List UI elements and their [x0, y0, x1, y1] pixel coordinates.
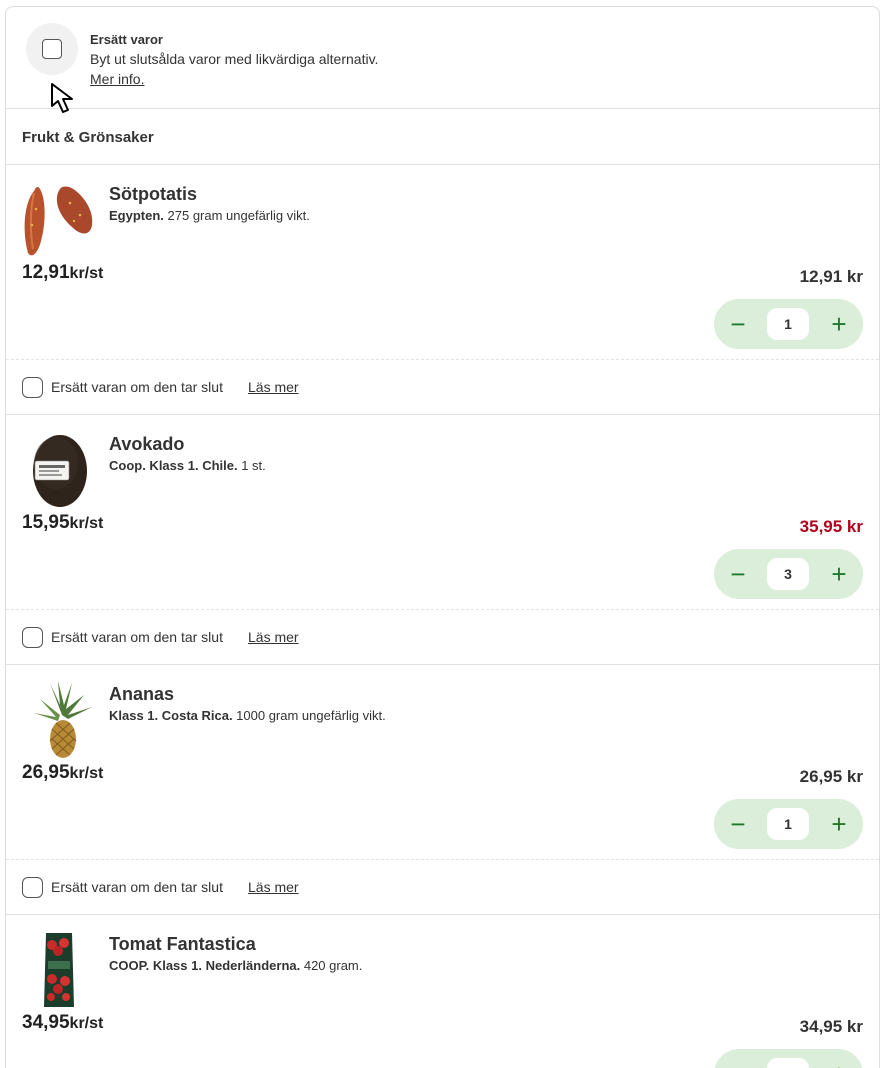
- unit-price-value: 15,95: [22, 512, 70, 533]
- quantity-value[interactable]: 1: [767, 1058, 809, 1068]
- substitute-item-label[interactable]: Ersätt varan om den tar slut: [51, 379, 223, 395]
- product-item: Ananas Klass 1. Costa Rica. 1000 gram un…: [6, 665, 879, 860]
- product-weight: 1000 gram ungefärlig vikt.: [232, 708, 386, 723]
- substitute-item-checkbox[interactable]: [22, 877, 43, 898]
- read-more-link[interactable]: Läs mer: [248, 879, 299, 895]
- substitute-all-section: Ersätt varor Byt ut slutsålda varor med …: [6, 7, 879, 113]
- substitute-item-row: Ersätt varan om den tar slut Läs mer: [6, 860, 879, 915]
- product-weight: 1 st.: [237, 458, 266, 473]
- increase-quantity-button[interactable]: +: [815, 549, 863, 599]
- product-origin: COOP. Klass 1. Nederländerna.: [109, 958, 301, 973]
- decrease-quantity-button[interactable]: −: [714, 549, 762, 599]
- product-meta: Coop. Klass 1. Chile. 1 st.: [109, 458, 266, 473]
- product-name[interactable]: Avokado: [109, 434, 184, 455]
- sweet-potato-image: [24, 186, 93, 256]
- increase-quantity-button[interactable]: +: [815, 299, 863, 349]
- product-origin: Coop. Klass 1. Chile.: [109, 458, 238, 473]
- mouse-cursor-icon: [51, 83, 73, 113]
- unit-price-suffix: kr/st: [69, 515, 104, 532]
- substitute-all-checkbox[interactable]: [42, 39, 62, 59]
- read-more-link[interactable]: Läs mer: [248, 379, 299, 395]
- quantity-stepper: − 3 +: [714, 549, 863, 599]
- unit-price-value: 34,95: [22, 1012, 70, 1033]
- decrease-quantity-button[interactable]: −: [714, 1049, 762, 1068]
- unit-price-suffix: kr/st: [69, 265, 104, 282]
- line-total: 34,95 kr: [799, 1017, 863, 1036]
- product-meta: Egypten. 275 gram ungefärlig vikt.: [109, 208, 310, 223]
- product-meta: Klass 1. Costa Rica. 1000 gram ungefärli…: [109, 708, 386, 723]
- unit-price-suffix: kr/st: [69, 1015, 104, 1032]
- increase-quantity-button[interactable]: +: [815, 1049, 863, 1068]
- substitute-item-checkbox[interactable]: [22, 627, 43, 648]
- product-name[interactable]: Ananas: [109, 684, 174, 705]
- product-name[interactable]: Sötpotatis: [109, 184, 197, 205]
- pineapple-image: [34, 681, 92, 758]
- read-more-link[interactable]: Läs mer: [248, 629, 299, 645]
- unit-price-suffix: kr/st: [69, 765, 104, 782]
- substitute-item-checkbox[interactable]: [22, 377, 43, 398]
- quantity-stepper: − 1 +: [714, 299, 863, 349]
- line-total: 35,95 kr: [799, 517, 863, 536]
- unit-price: 34,95kr/st: [22, 1012, 103, 1034]
- tomato-pack-image: [44, 933, 74, 1007]
- line-total: 26,95 kr: [799, 767, 863, 786]
- decrease-quantity-button[interactable]: −: [714, 299, 762, 349]
- substitute-item-label[interactable]: Ersätt varan om den tar slut: [51, 629, 223, 645]
- unit-price-value: 26,95: [22, 762, 70, 783]
- substitute-all-description: Byt ut slutsålda varor med likvärdiga al…: [90, 51, 379, 67]
- product-weight: 275 gram ungefärlig vikt.: [163, 208, 310, 223]
- substitute-all-checkbox-wrapper[interactable]: [26, 23, 78, 75]
- unit-price-value: 12,91: [22, 262, 70, 283]
- quantity-value[interactable]: 3: [767, 558, 809, 590]
- substitute-all-title: Ersätt varor: [90, 32, 163, 47]
- avocado-image: [33, 435, 87, 507]
- unit-price: 26,95kr/st: [22, 762, 103, 784]
- quantity-value[interactable]: 1: [767, 308, 809, 340]
- increase-quantity-button[interactable]: +: [815, 799, 863, 849]
- product-item: Sötpotatis Egypten. 275 gram ungefärlig …: [6, 165, 879, 360]
- cart-panel: Ersätt varor Byt ut slutsålda varor med …: [5, 6, 880, 1068]
- substitute-all-more-link[interactable]: Mer info.: [90, 71, 144, 87]
- product-meta: COOP. Klass 1. Nederländerna. 420 gram.: [109, 958, 362, 973]
- product-origin: Klass 1. Costa Rica.: [109, 708, 233, 723]
- quantity-stepper: − 1 +: [714, 1049, 863, 1068]
- quantity-value[interactable]: 1: [767, 808, 809, 840]
- line-total: 12,91 kr: [799, 267, 863, 286]
- substitute-item-label[interactable]: Ersätt varan om den tar slut: [51, 879, 223, 895]
- unit-price: 12,91kr/st: [22, 262, 103, 284]
- product-item: Tomat Fantastica COOP. Klass 1. Nederlän…: [6, 915, 879, 1068]
- decrease-quantity-button[interactable]: −: [714, 799, 762, 849]
- substitute-item-row: Ersätt varan om den tar slut Läs mer: [6, 610, 879, 665]
- substitute-item-row: Ersätt varan om den tar slut Läs mer: [6, 360, 879, 415]
- product-weight: 420 gram.: [300, 958, 363, 973]
- unit-price: 15,95kr/st: [22, 512, 103, 534]
- category-heading: Frukt & Grönsaker: [6, 109, 879, 165]
- product-item: Avokado Coop. Klass 1. Chile. 1 st. 15,9…: [6, 415, 879, 610]
- quantity-stepper: − 1 +: [714, 799, 863, 849]
- product-name[interactable]: Tomat Fantastica: [109, 934, 256, 955]
- product-origin: Egypten.: [109, 208, 164, 223]
